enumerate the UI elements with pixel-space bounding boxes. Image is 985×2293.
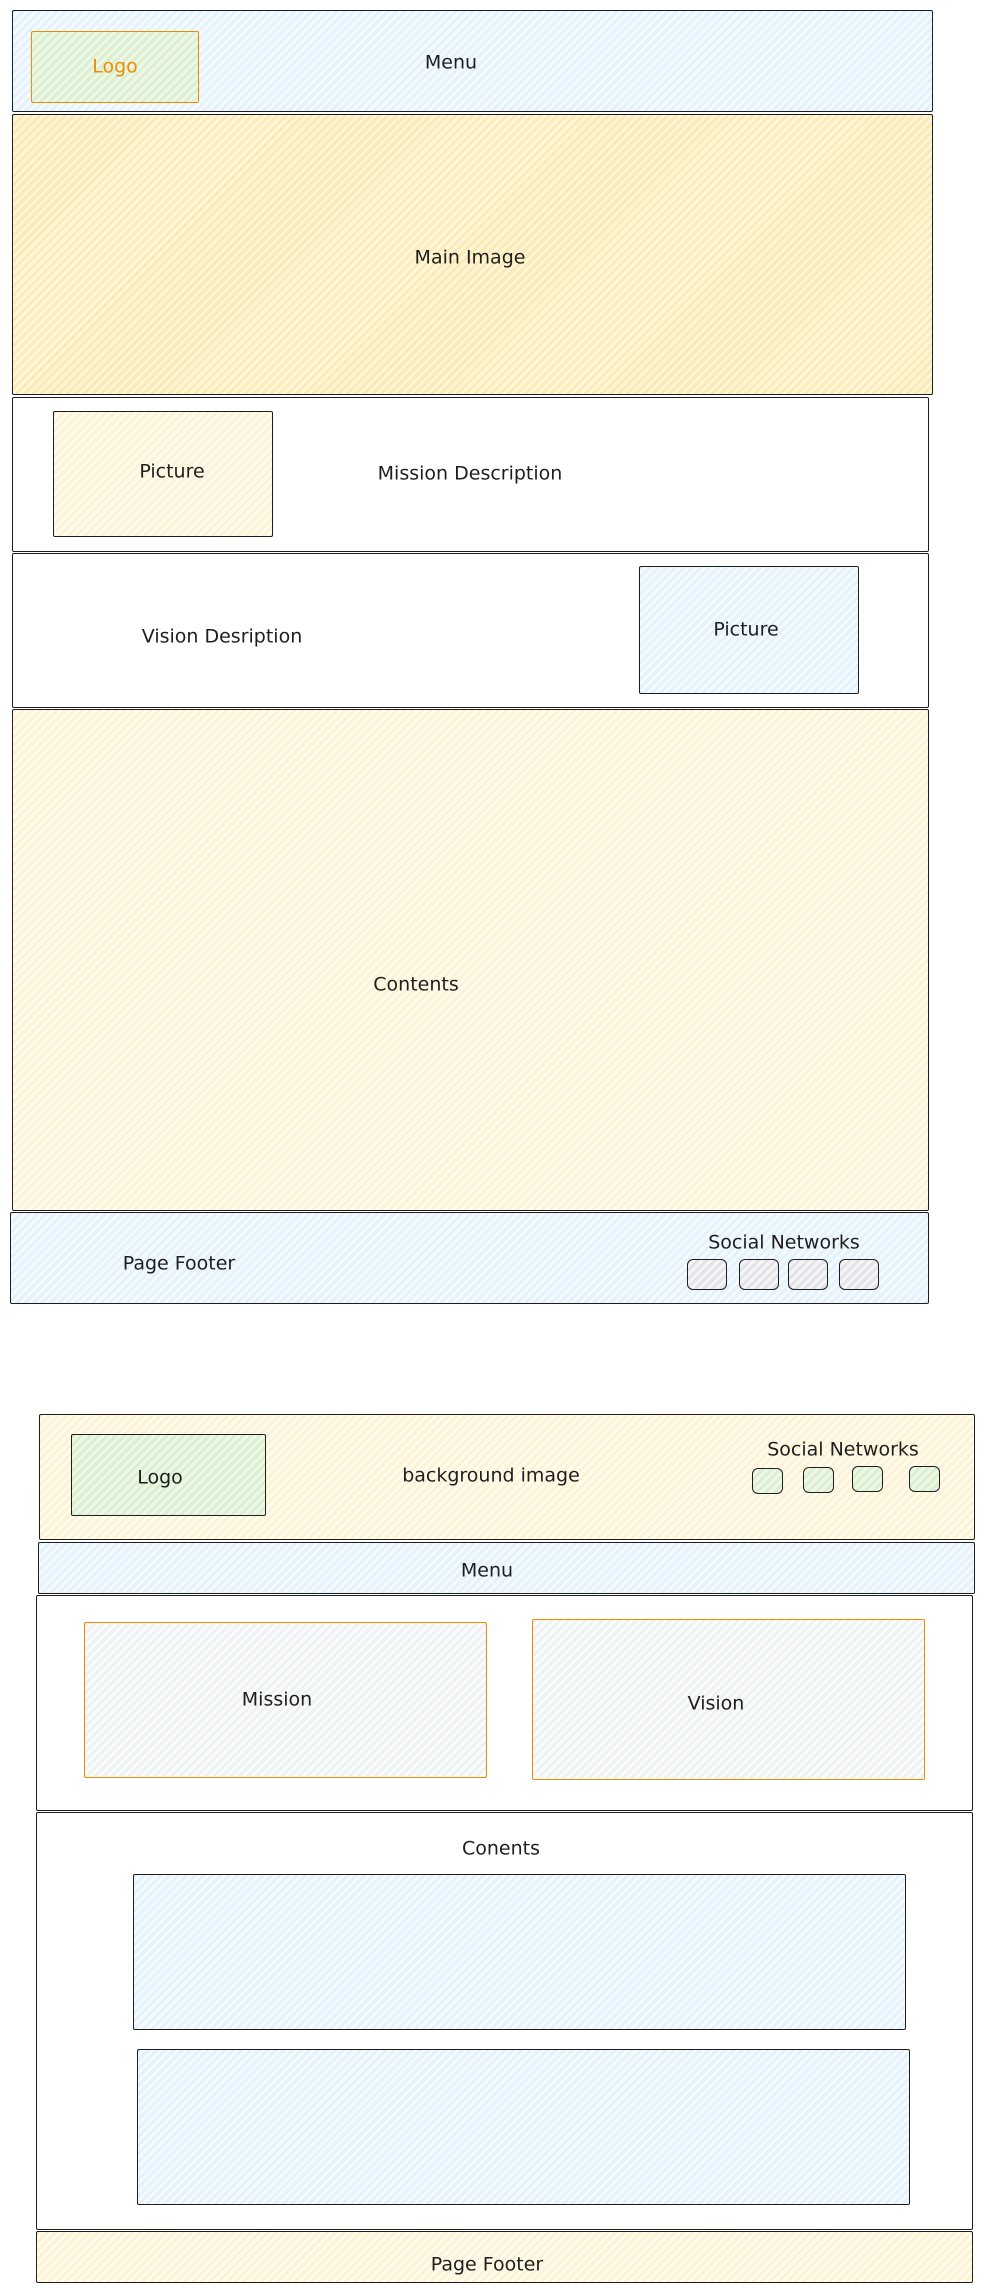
w2-social-networks-label: Social Networks bbox=[767, 1438, 919, 1461]
w2-social-icon-4[interactable] bbox=[909, 1466, 940, 1492]
w2-vision-label: Vision bbox=[687, 1692, 745, 1715]
w1-menu-label: Menu bbox=[424, 51, 478, 74]
w1-vision-description: Vision Desription bbox=[141, 625, 303, 648]
w1-vision-picture-label: Picture bbox=[713, 618, 779, 641]
w2-content-block-1 bbox=[133, 1874, 906, 2030]
w1-contents-label: Contents bbox=[373, 973, 459, 996]
w1-main-image-label: Main Image bbox=[414, 246, 526, 269]
w2-logo-label: Logo bbox=[137, 1466, 183, 1489]
w1-social-icon-4[interactable] bbox=[839, 1259, 879, 1290]
w2-mission-label: Mission bbox=[241, 1688, 313, 1711]
w1-footer-label: Page Footer bbox=[122, 1252, 236, 1275]
w2-background-image-label: background image bbox=[402, 1464, 580, 1487]
w1-social-icon-1[interactable] bbox=[687, 1259, 727, 1290]
w2-content-block-2 bbox=[137, 2049, 910, 2205]
w1-contents bbox=[12, 709, 929, 1211]
w1-mission-picture-label: Picture bbox=[139, 460, 205, 483]
w2-menu-label: Menu bbox=[460, 1559, 514, 1582]
w2-social-icon-1[interactable] bbox=[752, 1468, 783, 1494]
w1-social-networks-label: Social Networks bbox=[708, 1231, 860, 1254]
w2-contents-label: Conents bbox=[461, 1837, 541, 1860]
w2-footer-label: Page Footer bbox=[430, 2253, 544, 2276]
w1-logo-label: Logo bbox=[92, 55, 138, 78]
w1-mission-description: Mission Description bbox=[377, 462, 563, 485]
w1-social-icon-3[interactable] bbox=[788, 1259, 828, 1290]
w2-social-icon-3[interactable] bbox=[852, 1466, 883, 1492]
w2-social-icon-2[interactable] bbox=[803, 1467, 834, 1493]
w1-social-icon-2[interactable] bbox=[739, 1259, 779, 1290]
